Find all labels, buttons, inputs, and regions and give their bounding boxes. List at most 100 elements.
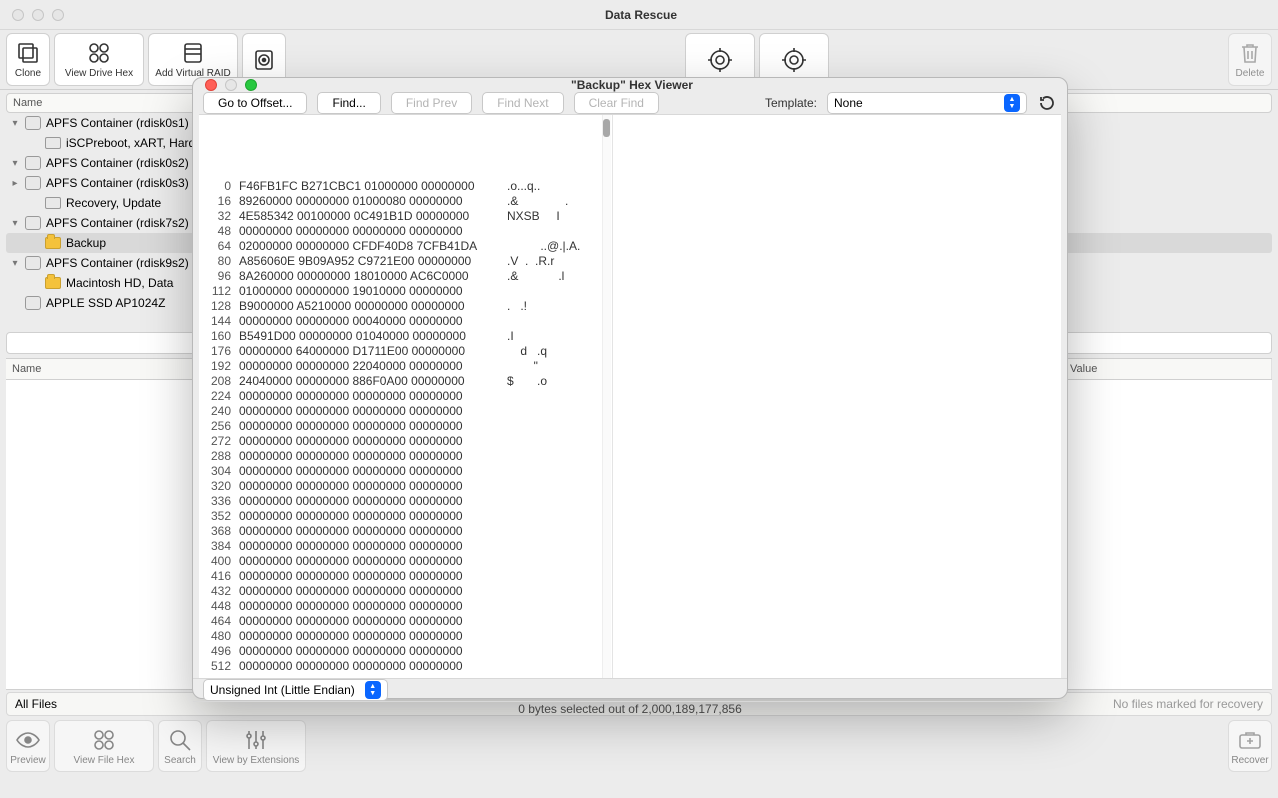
hex-row[interactable]: 14400000000 00000000 00040000 00000000 — [199, 314, 602, 329]
delete-button[interactable]: Delete — [1228, 33, 1272, 86]
hex-row[interactable]: 1689260000 00000000 01000080 00000000.& … — [199, 194, 602, 209]
tree-item-label: APFS Container (rdisk9s2) — [46, 256, 189, 270]
drive-icon — [180, 40, 206, 66]
filter-all-files[interactable]: All Files — [15, 697, 57, 711]
traffic-lights-hex — [193, 79, 257, 91]
interpret-select[interactable]: Unsigned Int (Little Endian) ▲▼ — [203, 679, 388, 701]
volume-icon — [45, 137, 61, 149]
main-titlebar: Data Rescue — [0, 0, 1278, 30]
disclosure-triangle[interactable]: ▾ — [10, 118, 20, 129]
interpret-select-value: Unsigned Int (Little Endian) — [210, 683, 355, 697]
scrollbar-thumb[interactable] — [603, 119, 610, 137]
hex-row[interactable]: 44800000000 00000000 00000000 00000000 — [199, 599, 602, 614]
hex-dump[interactable]: 0F46FB1FC B271CBC1 01000000 00000000.o..… — [199, 115, 613, 678]
hex-row[interactable]: 17600000000 64000000 D1711E00 00000000 d… — [199, 344, 602, 359]
hex-row[interactable]: 36800000000 00000000 00000000 00000000 — [199, 524, 602, 539]
recover-label: Recover — [1231, 755, 1268, 766]
hex-selection-status: 0 bytes selected out of 2,000,189,177,85… — [193, 701, 1067, 716]
close-icon[interactable] — [12, 9, 24, 21]
clear-find-button[interactable]: Clear Find — [574, 92, 659, 114]
hex-row[interactable]: 32000000000 00000000 00000000 00000000 — [199, 479, 602, 494]
view-drive-hex-button[interactable]: View Drive Hex — [54, 33, 144, 86]
disclosure-triangle[interactable]: ▸ — [10, 178, 20, 189]
hex-row[interactable]: 30400000000 00000000 00000000 00000000 — [199, 464, 602, 479]
tree-item-label: Backup — [66, 236, 106, 250]
target-disk-icon — [251, 47, 277, 73]
template-label: Template: — [765, 96, 817, 110]
bottom-toolbar: PreviewView File HexSearchView by Extens… — [0, 716, 1278, 776]
drive-icon — [25, 176, 41, 190]
sliders-icon — [243, 727, 269, 753]
drive-icon — [25, 216, 41, 230]
find-next-button[interactable]: Find Next — [482, 92, 563, 114]
hex-row[interactable]: 160B5491D00 00000000 01040000 00000000.I — [199, 329, 602, 344]
hex-row[interactable]: 968A260000 00000000 18010000 AC6C0000.& … — [199, 269, 602, 284]
reload-button[interactable] — [1037, 93, 1057, 113]
minimize-icon[interactable] — [225, 79, 237, 91]
chevron-up-down-icon: ▲▼ — [365, 681, 381, 699]
hex-row[interactable]: 11201000000 00000000 19010000 00000000 — [199, 284, 602, 299]
view-file-hex-button[interactable]: View File Hex — [54, 720, 154, 772]
tree-item-label: APFS Container (rdisk7s2) — [46, 216, 189, 230]
hex-row[interactable]: 24000000000 00000000 00000000 00000000 — [199, 404, 602, 419]
search-icon — [167, 727, 193, 753]
hex-row[interactable]: 46400000000 00000000 00000000 00000000 — [199, 614, 602, 629]
hex-row[interactable]: 40000000000 00000000 00000000 00000000 — [199, 554, 602, 569]
hex-titlebar: "Backup" Hex Viewer — [193, 78, 1067, 92]
close-icon[interactable] — [205, 79, 217, 91]
hex-row[interactable]: 38400000000 00000000 00000000 00000000 — [199, 539, 602, 554]
tree-item-label: Macintosh HD, Data — [66, 276, 173, 290]
zoom-icon[interactable] — [245, 79, 257, 91]
hex-row[interactable]: 19200000000 00000000 22040000 00000000 " — [199, 359, 602, 374]
hex-row[interactable]: 43200000000 00000000 00000000 00000000 — [199, 584, 602, 599]
hex-row[interactable]: 4800000000 00000000 00000000 00000000 — [199, 224, 602, 239]
template-inspector — [613, 115, 1061, 678]
folder-icon — [45, 237, 61, 249]
main-window-title: Data Rescue — [64, 8, 1218, 22]
drive-icon — [25, 116, 41, 130]
hex-row[interactable]: 51200000000 00000000 00000000 00000000 — [199, 659, 602, 674]
template-select-value: None — [834, 96, 863, 110]
find-button[interactable]: Find... — [317, 92, 380, 114]
hex-row[interactable]: 80A856060E 9B09A952 C9721E00 00000000.V … — [199, 254, 602, 269]
trash-icon — [1237, 40, 1263, 66]
hex-icon — [86, 40, 112, 66]
drive-icon — [25, 156, 41, 170]
detail-col-value[interactable]: Value — [1064, 359, 1272, 379]
zoom-icon[interactable] — [52, 9, 64, 21]
hex-row[interactable]: 48000000000 00000000 00000000 00000000 — [199, 629, 602, 644]
hex-row[interactable]: 6402000000 00000000 CFDF40D8 7CFB41DA ..… — [199, 239, 602, 254]
preview-button[interactable]: Preview — [6, 720, 50, 772]
hex-row[interactable]: 25600000000 00000000 00000000 00000000 — [199, 419, 602, 434]
search-button[interactable]: Search — [158, 720, 202, 772]
hex-row[interactable]: 20824040000 00000000 886F0A00 00000000$ … — [199, 374, 602, 389]
hex-icon — [91, 727, 117, 753]
eye-icon — [15, 727, 41, 753]
hex-row[interactable]: 28800000000 00000000 00000000 00000000 — [199, 449, 602, 464]
hex-row[interactable]: 324E585342 00100000 0C491B1D 00000000NXS… — [199, 209, 602, 224]
template-select[interactable]: None ▲▼ — [827, 92, 1027, 114]
disclosure-triangle[interactable]: ▾ — [10, 218, 20, 229]
hex-row[interactable]: 41600000000 00000000 00000000 00000000 — [199, 569, 602, 584]
hex-row[interactable]: 33600000000 00000000 00000000 00000000 — [199, 494, 602, 509]
hex-row[interactable]: 128B9000000 A5210000 00000000 00000000. … — [199, 299, 602, 314]
clone-button[interactable]: Clone — [6, 33, 50, 86]
goto-offset-button[interactable]: Go to Offset... — [203, 92, 307, 114]
hex-row[interactable]: 27200000000 00000000 00000000 00000000 — [199, 434, 602, 449]
hex-row[interactable]: 35200000000 00000000 00000000 00000000 — [199, 509, 602, 524]
find-prev-button[interactable]: Find Prev — [391, 92, 472, 114]
recover-button[interactable]: Recover — [1228, 720, 1272, 772]
hex-row[interactable]: 0F46FB1FC B271CBC1 01000000 00000000.o..… — [199, 179, 602, 194]
drive-icon — [25, 256, 41, 270]
view-by-extensions-button[interactable]: View by Extensions — [206, 720, 306, 772]
tree-item-label: APFS Container (rdisk0s2) — [46, 156, 189, 170]
scrollbar-track[interactable] — [602, 115, 611, 678]
hex-row[interactable]: 49600000000 00000000 00000000 00000000 — [199, 644, 602, 659]
minimize-icon[interactable] — [32, 9, 44, 21]
marked-count-label: No files marked for recovery — [1113, 697, 1263, 711]
first-aid-icon — [1237, 727, 1263, 753]
disclosure-triangle[interactable]: ▾ — [10, 158, 20, 169]
hex-row[interactable]: 22400000000 00000000 00000000 00000000 — [199, 389, 602, 404]
disclosure-triangle[interactable]: ▾ — [10, 258, 20, 269]
hex-viewer-window: "Backup" Hex Viewer Go to Offset... Find… — [192, 77, 1068, 699]
